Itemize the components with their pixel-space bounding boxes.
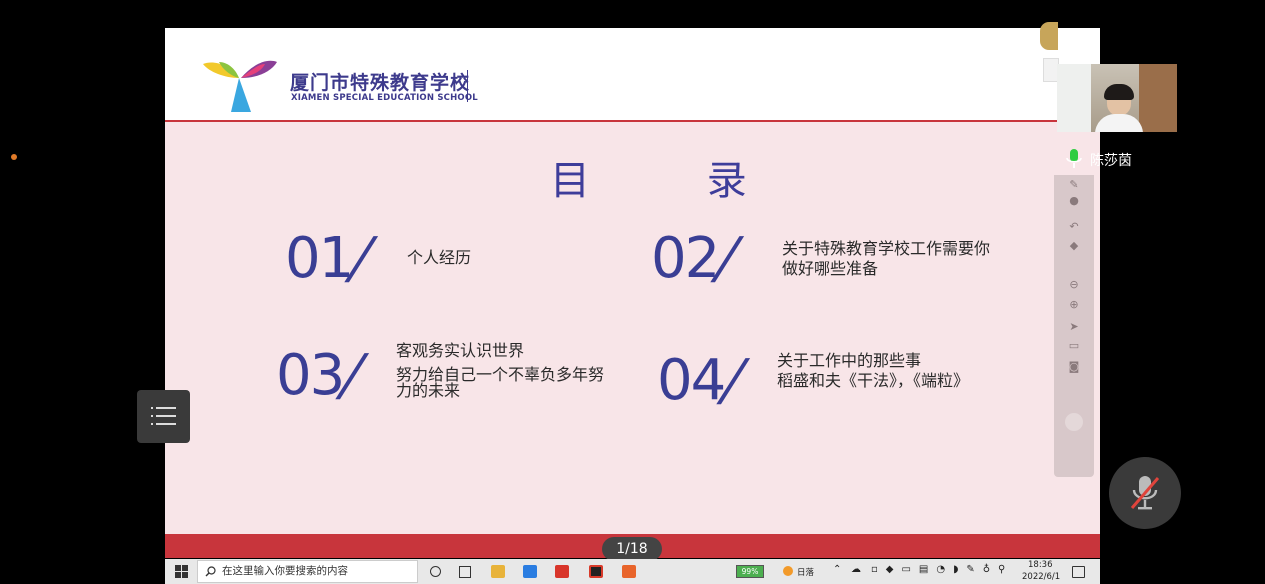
task-view-icon[interactable]	[459, 566, 471, 578]
item-number-01: 01/	[285, 226, 380, 291]
school-name: 厦门市特殊教育学校	[290, 72, 471, 94]
item-number-04: 04/	[657, 348, 752, 413]
windows-start-icon[interactable]	[175, 565, 188, 578]
logo-divider	[467, 70, 468, 102]
tray-chevron-icon[interactable]: ⌃	[833, 564, 841, 575]
clock-time[interactable]: 18:36	[1028, 560, 1053, 570]
mute-button[interactable]	[1109, 457, 1181, 529]
page-indicator[interactable]: 1/18	[602, 537, 662, 561]
school-name-english: XIAMEN SPECIAL EDUCATION SCHOOL	[291, 93, 478, 103]
item-number-02: 02/	[651, 226, 746, 291]
battery-indicator[interactable]: 99%	[736, 565, 764, 578]
zoom-out-icon[interactable]: ⊖	[1067, 279, 1081, 291]
taskbar-search-text: 在这里输入你要搜索的内容	[222, 565, 348, 577]
app-icon-blue[interactable]	[523, 565, 537, 578]
pen-icon[interactable]: ✎	[1067, 179, 1081, 191]
eraser-icon[interactable]: ◆	[1067, 240, 1081, 252]
recorder-icon[interactable]	[589, 565, 603, 578]
search-icon	[205, 566, 216, 577]
item-text-01: 个人经历	[407, 248, 472, 267]
window-frame	[1057, 64, 1091, 132]
cloud-icon[interactable]: ☁	[851, 564, 861, 575]
item-text-02: 关于特殊教育学校工作需要你 做好哪些准备	[782, 239, 991, 278]
pointer-icon[interactable]: ➤	[1067, 321, 1081, 333]
presentation-app-icon[interactable]	[622, 565, 636, 578]
camera-icon[interactable]: ◙	[1067, 361, 1081, 373]
school-logo-icon	[203, 60, 277, 112]
microphone-icon	[1066, 149, 1082, 168]
wps-icon[interactable]	[555, 565, 569, 578]
slide-header: 厦门市特殊教育学校 XIAMEN SPECIAL EDUCATION SCHOO…	[165, 28, 1100, 122]
weather-text[interactable]: 日落	[797, 566, 814, 578]
item-text-03: 客观务实认识世界 努力给自己一个不辜负多年努 力的未来	[396, 341, 605, 400]
tray-icons[interactable]: ▫◆▭▤◔◗✎♁⚲	[871, 564, 1013, 575]
color-icon[interactable]: ●	[1067, 195, 1081, 207]
whiteboard-toggle-icon[interactable]	[1040, 22, 1058, 50]
clock-date[interactable]: 2022/6/1	[1022, 572, 1060, 582]
windows-taskbar: 在这里输入你要搜索的内容 99% 日落 ⌃ ☁ ▫◆▭▤◔◗✎♁⚲ 18:36 …	[165, 559, 1100, 584]
curtain	[1139, 64, 1177, 132]
list-menu-icon	[151, 407, 176, 425]
indicator-dot	[11, 154, 17, 160]
menu-button[interactable]	[137, 390, 190, 443]
presentation-slide: 厦门市特殊教育学校 XIAMEN SPECIAL EDUCATION SCHOO…	[165, 28, 1100, 558]
participant-name: 陈莎茵	[1090, 153, 1132, 169]
mic-muted-icon	[1130, 476, 1160, 510]
avatar-icon[interactable]	[1065, 413, 1083, 431]
undo-icon[interactable]: ↶	[1067, 221, 1081, 233]
participant-name-tag: 陈莎茵	[1057, 145, 1177, 175]
zoom-in-icon[interactable]: ⊕	[1067, 299, 1081, 311]
item-text-04: 关于工作中的那些事 稻盛和夫《干法》，《端粒》	[777, 351, 970, 390]
annotation-toolbar: ✎ ● ↶ ◆ ⊖ ⊕ ➤ ▭ ◙	[1054, 175, 1094, 477]
file-explorer-icon[interactable]	[491, 565, 505, 578]
weather-icon	[783, 566, 793, 576]
taskbar-search-input[interactable]: 在这里输入你要搜索的内容	[197, 560, 418, 583]
participant-body	[1095, 114, 1143, 132]
participant-hair	[1104, 84, 1134, 100]
cortana-icon[interactable]	[430, 566, 441, 577]
participant-video[interactable]	[1057, 64, 1177, 132]
notification-icon[interactable]	[1072, 566, 1085, 578]
toc-title: 目 录	[550, 158, 799, 204]
item-number-03: 03/	[276, 343, 371, 408]
comment-icon[interactable]: ▭	[1067, 340, 1081, 352]
